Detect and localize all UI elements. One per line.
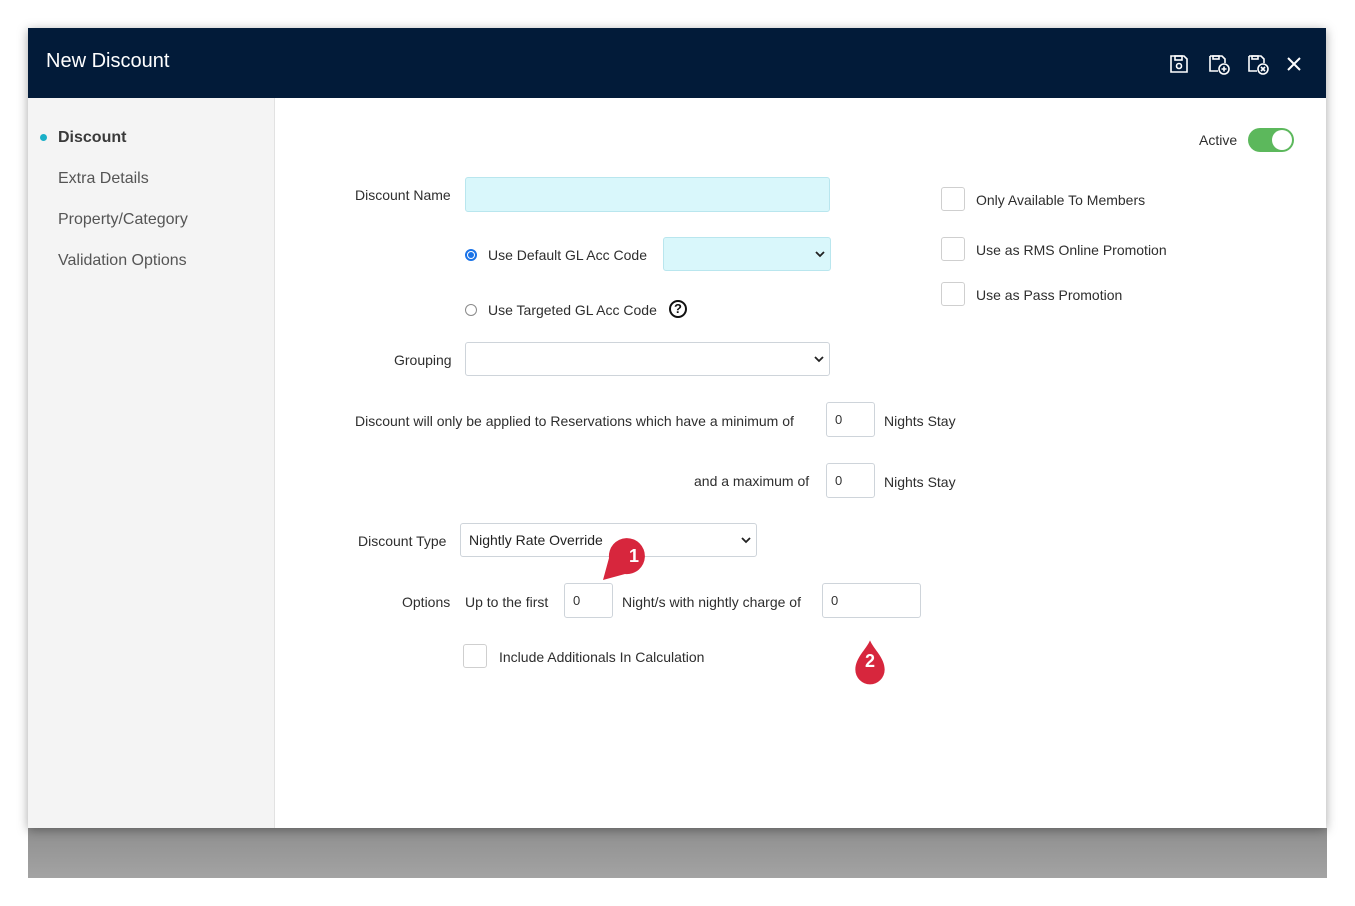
- min-nights-stay-label: Nights Stay: [884, 413, 956, 429]
- grouping-select[interactable]: [465, 342, 830, 376]
- include-additionals-checkbox[interactable]: [463, 644, 487, 668]
- discount-name-label: Discount Name: [355, 187, 451, 203]
- include-additionals-label: Include Additionals In Calculation: [499, 649, 705, 665]
- annotation-marker-2: 2: [864, 651, 875, 671]
- active-indicator-dot: [40, 134, 47, 141]
- sidebar-item-extra-details[interactable]: Extra Details: [58, 170, 149, 188]
- help-icon[interactable]: ?: [669, 300, 687, 318]
- default-gl-select[interactable]: [663, 237, 831, 271]
- active-toggle[interactable]: [1248, 128, 1294, 152]
- max-nights-stay-label: Nights Stay: [884, 474, 956, 490]
- sidebar-item-property-category[interactable]: Property/Category: [58, 211, 188, 229]
- chevron-down-icon: [814, 356, 824, 363]
- chevron-down-icon: [741, 537, 751, 544]
- active-label: Active: [1199, 132, 1238, 148]
- annotation-marker-1: 1: [628, 546, 639, 566]
- dialog-title: New Discount: [46, 50, 170, 72]
- sidebar-item-validation-options[interactable]: Validation Options: [58, 252, 187, 270]
- save-icon[interactable]: [1167, 52, 1191, 76]
- only-members-checkbox[interactable]: [941, 187, 965, 211]
- options-label: Options: [402, 594, 451, 610]
- only-members-label: Only Available To Members: [976, 192, 1146, 208]
- rms-online-label: Use as RMS Online Promotion: [976, 242, 1167, 258]
- save-new-icon[interactable]: [1207, 52, 1231, 76]
- min-nights-input[interactable]: 0: [826, 402, 875, 437]
- sidebar: Discount Extra Details Property/Category…: [28, 98, 275, 828]
- up-to-first-label: Up to the first: [465, 594, 549, 610]
- save-close-icon[interactable]: [1246, 52, 1270, 76]
- discount-name-input[interactable]: [465, 177, 830, 212]
- pass-promotion-label: Use as Pass Promotion: [976, 287, 1123, 303]
- new-discount-dialog: New Discount Discount Extra Details Prop…: [28, 28, 1326, 828]
- grouping-label: Grouping: [394, 352, 452, 368]
- use-default-gl-radio[interactable]: [465, 249, 477, 261]
- up-to-first-input[interactable]: 0: [564, 583, 613, 618]
- use-targeted-gl-radio[interactable]: [465, 304, 477, 316]
- pass-promotion-checkbox[interactable]: [941, 282, 965, 306]
- max-nights-text: and a maximum of: [694, 473, 810, 489]
- rms-online-checkbox[interactable]: [941, 237, 965, 261]
- background-shade: [28, 828, 1327, 878]
- discount-type-value: Nightly Rate Override: [469, 532, 603, 548]
- chevron-down-icon: [815, 251, 825, 258]
- form-area: Active Discount Name Use Default GL Acc …: [275, 98, 1326, 828]
- use-targeted-gl-label: Use Targeted GL Acc Code: [488, 302, 657, 318]
- min-nights-text: Discount will only be applied to Reserva…: [355, 413, 794, 429]
- use-default-gl-label: Use Default GL Acc Code: [488, 247, 648, 263]
- nightly-charge-input[interactable]: 0: [822, 583, 921, 618]
- nightly-charge-label: Night/s with nightly charge of: [622, 594, 801, 610]
- max-nights-input[interactable]: 0: [826, 463, 875, 498]
- sidebar-item-discount[interactable]: Discount: [58, 129, 126, 147]
- title-bar: New Discount: [28, 28, 1326, 98]
- close-icon[interactable]: [1282, 52, 1306, 76]
- discount-type-label: Discount Type: [358, 533, 447, 549]
